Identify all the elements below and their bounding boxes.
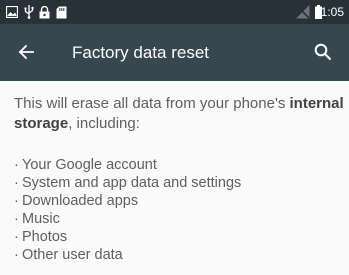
image-icon — [6, 0, 18, 24]
search-icon — [314, 43, 332, 61]
status-bar: 11:05 — [0, 0, 349, 24]
list-item-label: Photos — [22, 229, 68, 245]
content-area: This will erase all data from your phone… — [0, 81, 349, 275]
page-title: Factory data reset — [72, 43, 210, 62]
usb-icon — [24, 0, 34, 24]
list-item: · Music — [14, 211, 60, 227]
status-clock: 11:05 — [314, 5, 344, 19]
search-button[interactable] — [303, 32, 343, 72]
arrow-back-icon — [18, 44, 34, 60]
list-item: · Photos — [14, 229, 68, 245]
list-item-label: Other user data — [22, 247, 123, 263]
list-item-label: Music — [22, 211, 60, 227]
back-button[interactable] — [6, 32, 46, 72]
sd-card-icon — [56, 0, 67, 24]
list-item-label: System and app data and settings — [22, 175, 242, 191]
data-list: · Your Google account · System and app dat… — [14, 156, 241, 264]
intro-text: This will erase all data from your phone… — [14, 94, 344, 134]
intro-text-prefix: This will erase all data from your phone… — [14, 95, 290, 112]
no-signal-icon — [296, 0, 310, 24]
list-item: · Other user data — [14, 247, 123, 263]
intro-text-suffix: , including: — [68, 115, 140, 132]
list-item: · System and app data and settings — [14, 175, 242, 191]
list-item: · Your Google account — [14, 157, 157, 173]
app-bar: Factory data reset — [0, 24, 349, 81]
lock-icon — [39, 0, 50, 24]
list-item-label: Downloaded apps — [22, 193, 139, 209]
list-item-label: Your Google account — [22, 157, 157, 173]
list-item: · Downloaded apps — [14, 193, 139, 209]
